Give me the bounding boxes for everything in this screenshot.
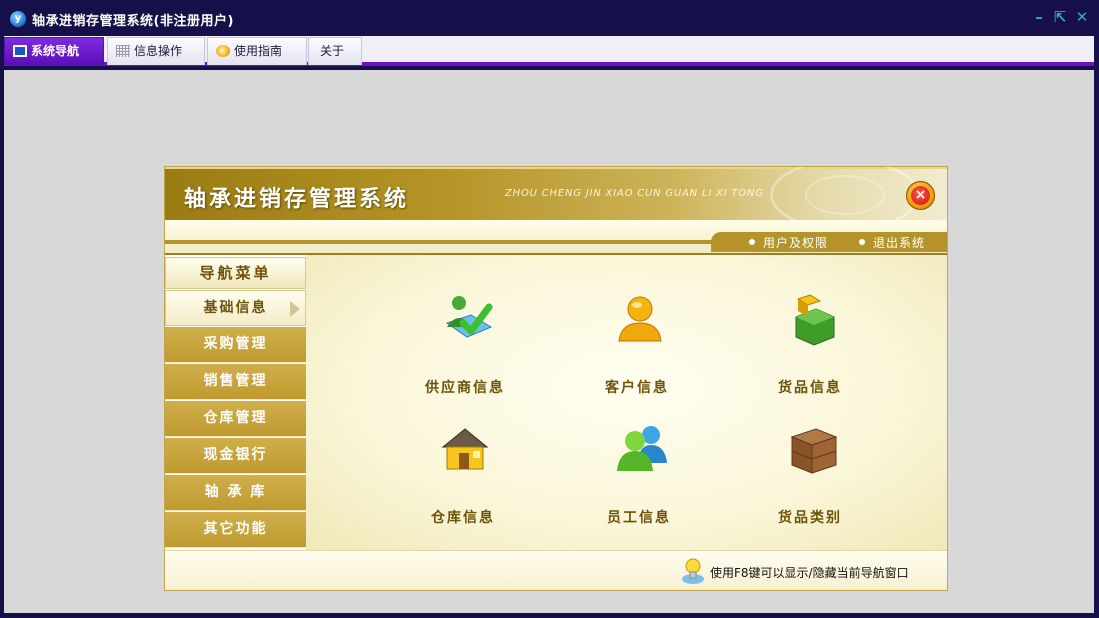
menu-title: 导航菜单 (165, 257, 306, 289)
module-warehouse[interactable]: 仓库信息 (398, 423, 528, 533)
module-label: 货品信息 (778, 380, 842, 396)
sidebar-item-label: 现金银行 (203, 447, 268, 463)
tab-label: 系统导航 (31, 44, 80, 58)
sidebar-item-label: 基础信息 (203, 300, 268, 316)
link-exit-system[interactable]: 退出系统 (859, 234, 925, 251)
close-window-icon[interactable]: ✕ (1073, 8, 1091, 26)
customer-icon (618, 296, 662, 342)
tab-label: 信息操作 (134, 44, 183, 58)
bullet-icon (859, 238, 865, 245)
employees-icon (617, 426, 667, 471)
supplier-icon (445, 296, 493, 338)
tab-about[interactable]: 关于 (308, 37, 362, 65)
panel-subtitle: ZHOU CHENG JIN XIAO CUN GUAN LI XI TONG (505, 188, 764, 199)
grid-icon (116, 44, 130, 57)
sidebar-item-label: 仓库管理 (203, 410, 268, 426)
header-decoration (805, 175, 885, 215)
restore-icon[interactable]: ⇱ (1051, 8, 1069, 26)
link-users-permissions[interactable]: 用户及权限 (749, 234, 828, 251)
sidebar-item-other[interactable]: 其它功能 (165, 512, 306, 548)
link-label: 用户及权限 (763, 236, 829, 250)
tab-system-nav[interactable]: 系统导航 (4, 37, 104, 65)
nav-sidebar: 导航菜单 基础信息 采购管理 销售管理 仓库管理 现金银行 轴 承 库 其它功能 (165, 255, 306, 550)
tab-label: 使用指南 (234, 44, 283, 58)
sidebar-item-purchase[interactable]: 采购管理 (165, 327, 306, 363)
sidebar-item-label: 采购管理 (203, 336, 268, 352)
module-customer[interactable]: 客户信息 (572, 293, 702, 403)
category-box-icon (790, 428, 838, 474)
bullet-icon (749, 238, 755, 245)
sidebar-item-cash-bank[interactable]: 现金银行 (165, 438, 306, 474)
lightbulb-tip-icon (682, 558, 704, 584)
tab-user-guide[interactable]: 使用指南 (207, 37, 307, 65)
window-title: 轴承进销存管理系统(非注册用户) (32, 14, 234, 29)
sidebar-item-label: 销售管理 (203, 373, 268, 389)
module-product[interactable]: 货品信息 (745, 293, 875, 403)
sidebar-item-warehouse[interactable]: 仓库管理 (165, 401, 306, 437)
app-logo-icon: y (10, 11, 26, 27)
module-supplier[interactable]: 供应商信息 (400, 293, 530, 403)
close-icon: × (914, 187, 927, 203)
sidebar-item-basic-info[interactable]: 基础信息 (165, 290, 306, 326)
navigation-panel: 轴承进销存管理系统 ZHOU CHENG JIN XIAO CUN GUAN L… (164, 166, 948, 591)
panel-header: 轴承进销存管理系统 ZHOU CHENG JIN XIAO CUN GUAN L… (165, 167, 947, 231)
product-icon (795, 294, 835, 346)
chevron-right-icon (290, 301, 300, 317)
sidebar-item-label: 其它功能 (203, 521, 268, 537)
panel-footer: 使用F8键可以显示/隐藏当前导航窗口 (165, 550, 947, 590)
monitor-icon (13, 44, 27, 57)
module-label: 仓库信息 (431, 510, 495, 526)
module-employees[interactable]: 员工信息 (574, 423, 704, 533)
tab-label: 关于 (320, 44, 345, 58)
sidebar-item-sales[interactable]: 销售管理 (165, 364, 306, 400)
link-label: 退出系统 (873, 236, 926, 250)
panel-subbar: 用户及权限 退出系统 (165, 220, 947, 253)
minimize-icon[interactable]: – (1030, 8, 1048, 26)
module-label: 员工信息 (607, 510, 671, 526)
module-label: 货品类别 (778, 510, 842, 526)
guide-icon (216, 44, 230, 57)
header-links: 用户及权限 退出系统 (711, 232, 947, 252)
module-label: 供应商信息 (425, 380, 505, 396)
sidebar-item-bearing-library[interactable]: 轴 承 库 (165, 475, 306, 511)
tab-bar: 系统导航 信息操作 使用指南 关于 (4, 36, 1094, 66)
close-panel-button[interactable]: × (906, 181, 935, 210)
tab-info-ops[interactable]: 信息操作 (107, 37, 205, 65)
module-grid: 供应商信息 客户信息 货品信息 仓库信息 员工信息 货品类别 (306, 255, 947, 550)
f8-hint-text: 使用F8键可以显示/隐藏当前导航窗口 (710, 566, 909, 580)
warehouse-icon (441, 428, 489, 470)
panel-title: 轴承进销存管理系统 (184, 187, 410, 212)
sidebar-item-label: 轴 承 库 (204, 484, 267, 500)
module-label: 客户信息 (605, 380, 669, 396)
module-category[interactable]: 货品类别 (745, 423, 875, 533)
title-bar: y 轴承进销存管理系统(非注册用户) – ⇱ ✕ (0, 0, 1099, 36)
